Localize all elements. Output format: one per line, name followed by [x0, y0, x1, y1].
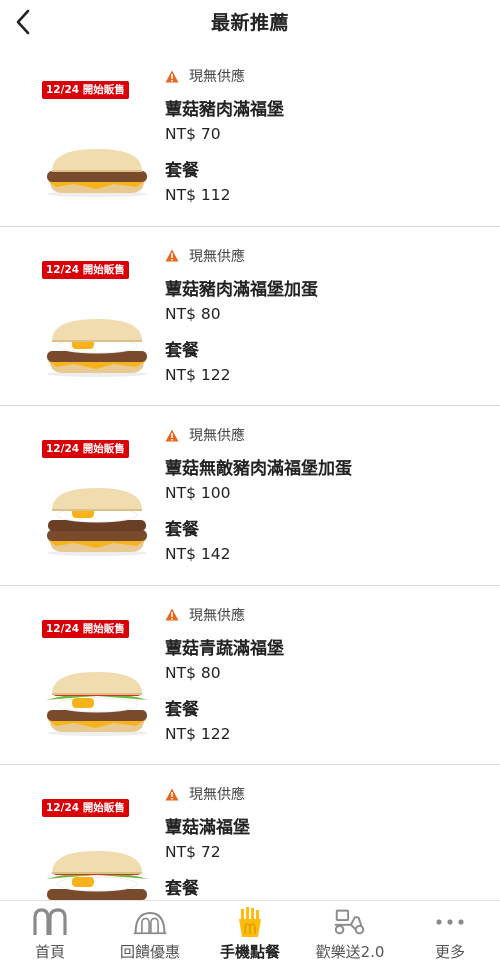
- tab-label: 歡樂送2.0: [315, 943, 385, 961]
- product-price: NT$ 100: [165, 484, 231, 502]
- top-bar: 最新推薦: [0, 0, 500, 44]
- product-name: 蕈菇滿福堡: [165, 818, 250, 838]
- set-meal-price: NT$ 142: [165, 545, 231, 563]
- set-meal-price: NT$ 122: [165, 724, 231, 743]
- product-price: NT$ 80: [165, 663, 221, 682]
- sale-date-badge: 12/24 開始販售: [42, 81, 129, 99]
- bottom-tab-bar: 首頁 回饋優惠 手機點餐 歡樂送2.0 更多: [0, 900, 500, 967]
- availability-status: 現無供應: [165, 784, 490, 804]
- page-title: 最新推薦: [210, 12, 289, 34]
- warning-icon: [165, 429, 179, 441]
- mcdonalds-arches-icon: [32, 907, 68, 937]
- warning-icon: [165, 70, 179, 82]
- list-item[interactable]: 12/24 開始販售 現無供應 蕈菇豬肉滿福堡 NT$ 70 套餐 NT$ 11…: [0, 47, 500, 227]
- status-text: 現無供應: [189, 248, 245, 265]
- product-price: NT$ 70: [165, 125, 221, 143]
- burger-image: [44, 835, 150, 900]
- status-text: 現無供應: [189, 787, 245, 803]
- set-meal-label: 套餐: [165, 879, 199, 899]
- set-meal-label: 套餐: [165, 161, 199, 181]
- product-name: 蕈菇無敵豬肉滿福堡加蛋: [165, 459, 352, 479]
- product-price: NT$ 72: [165, 843, 221, 861]
- sale-date-badge: 12/24 開始販售: [42, 619, 129, 638]
- set-meal-label: 套餐: [165, 699, 199, 720]
- status-text: 現無供應: [189, 428, 245, 444]
- sale-date-badge: 12/24 開始販售: [42, 799, 129, 817]
- status-text: 現無供應: [189, 607, 245, 624]
- set-meal-price: NT$ 112: [165, 186, 231, 204]
- fries-icon: [232, 907, 268, 937]
- tab-delivery[interactable]: 歡樂送2.0: [300, 901, 400, 967]
- product-list[interactable]: 12/24 開始販售 現無供應 蕈菇豬肉滿福堡 NT$ 70 套餐 NT$ 11…: [0, 47, 500, 900]
- availability-status: 現無供應: [165, 66, 490, 86]
- warning-icon: [165, 249, 179, 262]
- product-name: 蕈菇豬肉滿福堡: [165, 100, 284, 120]
- tab-label: 首頁: [34, 943, 65, 961]
- burger-image: [44, 297, 150, 377]
- burger-image: [44, 476, 150, 556]
- rewards-arch-icon: [132, 907, 168, 937]
- list-item[interactable]: 12/24 開始販售 現無供應 蕈菇豬肉滿福堡加蛋 NT$ 80 套餐 NT$ …: [0, 226, 500, 406]
- set-meal-price: NT$ 122: [165, 365, 231, 384]
- sale-date-badge: 12/24 開始販售: [42, 440, 129, 458]
- set-meal-label: 套餐: [165, 520, 199, 540]
- tab-label: 手機點餐: [219, 943, 280, 961]
- tab-label: 回饋優惠: [119, 943, 180, 961]
- more-dots-icon: [432, 907, 468, 937]
- tab-home[interactable]: 首頁: [0, 901, 100, 967]
- tab-label: 更多: [434, 943, 465, 961]
- list-item[interactable]: 12/24 開始販售 現無供應 蕈菇滿福堡 NT$ 72 套餐: [0, 765, 500, 900]
- burger-image: [44, 117, 150, 197]
- warning-icon: [165, 788, 179, 800]
- product-price: NT$ 80: [165, 304, 221, 323]
- set-meal-label: 套餐: [165, 340, 199, 361]
- warning-icon: [165, 608, 179, 621]
- availability-status: 現無供應: [165, 425, 490, 445]
- availability-status: 現無供應: [165, 246, 490, 266]
- tab-more[interactable]: 更多: [400, 901, 500, 967]
- delivery-scooter-icon: [332, 907, 368, 937]
- sale-date-badge: 12/24 開始販售: [42, 260, 129, 279]
- product-name: 蕈菇青蔬滿福堡: [165, 638, 284, 659]
- tab-mobile-order[interactable]: 手機點餐: [200, 901, 300, 967]
- availability-status: 現無供應: [165, 605, 490, 625]
- burger-image: [44, 656, 150, 736]
- status-text: 現無供應: [189, 69, 245, 85]
- list-item[interactable]: 12/24 開始販售 現無供應 蕈菇無敵豬肉滿福堡加蛋 NT$ 100 套餐 N…: [0, 406, 500, 586]
- product-name: 蕈菇豬肉滿福堡加蛋: [165, 279, 318, 300]
- tab-rewards[interactable]: 回饋優惠: [100, 901, 200, 967]
- list-item[interactable]: 12/24 開始販售 現無供應 蕈菇青蔬滿福堡 NT$ 80 套餐 NT$ 12…: [0, 585, 500, 765]
